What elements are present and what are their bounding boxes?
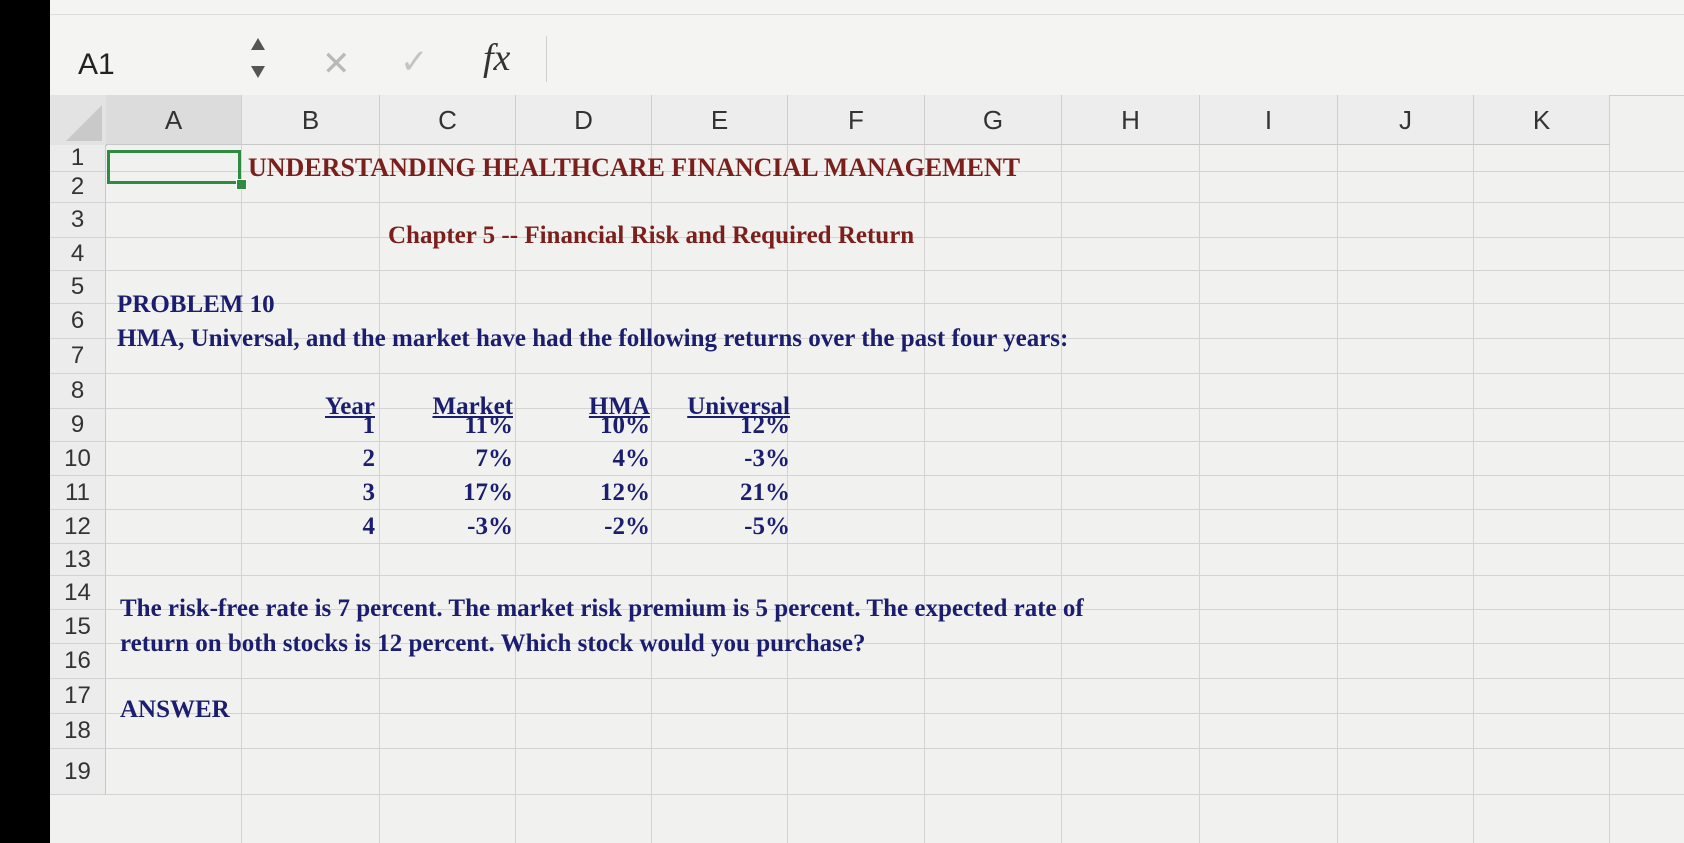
- column-header-c[interactable]: C: [380, 95, 516, 145]
- enter-check-icon[interactable]: ✓: [400, 42, 429, 82]
- formula-divider: [546, 36, 547, 82]
- sheet-grid: ABCDEFGHIJK 1 2 3 4 5 6 7 8 9 10 11 12 13 14 15 16 17 18 1…: [50, 95, 1684, 843]
- formula-bar: A1 ✕ ✓ fx: [50, 0, 1684, 96]
- gridline-vertical: [1473, 145, 1474, 843]
- table-cell-universal[interactable]: 21%: [675, 479, 790, 507]
- gridline-vertical: [924, 145, 925, 843]
- row-header-7[interactable]: 7: [50, 339, 106, 374]
- column-header-j[interactable]: J: [1338, 95, 1474, 145]
- row-header-4[interactable]: 4: [50, 238, 106, 271]
- column-header-b[interactable]: B: [242, 95, 380, 145]
- table-cell-hma[interactable]: 12%: [540, 479, 650, 507]
- row-header-18[interactable]: 18: [50, 714, 106, 749]
- gridline-horizontal: [106, 543, 1684, 544]
- gridline-vertical: [379, 145, 380, 843]
- gridline-vertical: [1609, 145, 1610, 843]
- cell-answer-label[interactable]: ANSWER: [120, 696, 230, 724]
- insert-function-icon[interactable]: fx: [483, 36, 510, 80]
- spreadsheet-window: A1 ✕ ✓ fx ABCDEFGHIJK 1 2 3 4 5 6 7 8 9 10 11 12 13 1…: [50, 0, 1684, 843]
- table-cell-hma[interactable]: 4%: [540, 445, 651, 473]
- select-all-corner[interactable]: [50, 95, 107, 146]
- name-box[interactable]: A1: [78, 48, 115, 82]
- gridline-vertical: [1061, 145, 1062, 843]
- row-header-2[interactable]: 2: [50, 172, 106, 203]
- row-header-3[interactable]: 3: [50, 203, 106, 238]
- table-cell-hma[interactable]: -2%: [540, 513, 650, 541]
- gridline-horizontal: [106, 475, 1684, 476]
- column-header-a[interactable]: A: [106, 95, 242, 145]
- cell-question-line2[interactable]: return on both stocks is 12 percent. Whi…: [120, 630, 865, 658]
- row-header-5[interactable]: 5: [50, 271, 106, 304]
- gridline-horizontal: [106, 794, 1684, 795]
- gridline-horizontal: [106, 575, 1684, 576]
- cell-question-line1[interactable]: The risk-free rate is 7 percent. The mar…: [120, 595, 1084, 623]
- column-header-d[interactable]: D: [516, 95, 652, 145]
- gridline-horizontal: [106, 509, 1684, 510]
- row-header-9[interactable]: 9: [50, 409, 106, 442]
- row-header-6[interactable]: 6: [50, 304, 106, 339]
- gridline-horizontal: [106, 202, 1684, 203]
- fill-handle[interactable]: [236, 179, 247, 190]
- gridline-horizontal: [106, 748, 1684, 749]
- table-cell-market[interactable]: 11%: [403, 412, 513, 440]
- row-header-13[interactable]: 13: [50, 544, 106, 576]
- table-cell-market[interactable]: 7%: [403, 445, 514, 473]
- column-header-i[interactable]: I: [1200, 95, 1338, 145]
- gridline-horizontal: [106, 270, 1684, 271]
- row-header-14[interactable]: 14: [50, 576, 106, 610]
- column-header-h[interactable]: H: [1062, 95, 1200, 145]
- gridline-horizontal: [106, 713, 1684, 714]
- gridline-vertical: [241, 145, 242, 843]
- row-header-17[interactable]: 17: [50, 679, 106, 714]
- gridline-horizontal: [106, 373, 1684, 374]
- row-header-11[interactable]: 11: [50, 476, 106, 510]
- table-cell-year[interactable]: 3: [265, 479, 376, 507]
- column-header-k[interactable]: K: [1474, 95, 1610, 145]
- table-cell-market[interactable]: 17%: [403, 479, 513, 507]
- table-cell-hma[interactable]: 10%: [540, 412, 650, 440]
- row-header-19[interactable]: 19: [50, 749, 106, 795]
- gridline-horizontal: [106, 303, 1684, 304]
- row-header-1[interactable]: 1: [50, 144, 106, 172]
- name-box-stepper-icon[interactable]: [248, 34, 268, 84]
- gridline-horizontal: [106, 678, 1684, 679]
- toolbar-divider: [50, 14, 1684, 15]
- row-header-15[interactable]: 15: [50, 610, 106, 644]
- column-header-g[interactable]: G: [925, 95, 1062, 145]
- table-cell-universal[interactable]: -5%: [675, 513, 790, 541]
- row-header-10[interactable]: 10: [50, 442, 106, 476]
- table-cell-year[interactable]: 1: [265, 412, 376, 440]
- gridline-horizontal: [106, 441, 1684, 442]
- formula-input[interactable]: [550, 38, 1670, 80]
- row-header-8[interactable]: 8: [50, 374, 106, 409]
- gridline-vertical: [1337, 145, 1338, 843]
- table-cell-year[interactable]: 4: [265, 513, 376, 541]
- row-header-12[interactable]: 12: [50, 510, 106, 544]
- table-cell-year[interactable]: 2: [265, 445, 376, 473]
- cell-chapter[interactable]: Chapter 5 -- Financial Risk and Required…: [388, 222, 914, 250]
- selected-cell-a1[interactable]: [107, 150, 241, 184]
- table-cell-universal[interactable]: -3%: [675, 445, 790, 473]
- table-cell-universal[interactable]: 12%: [675, 412, 790, 440]
- gridline-vertical: [1199, 145, 1200, 843]
- cancel-icon[interactable]: ✕: [322, 44, 351, 84]
- column-header-f[interactable]: F: [788, 95, 925, 145]
- cell-title[interactable]: UNDERSTANDING HEALTHCARE FINANCIAL MANAG…: [248, 153, 1020, 183]
- table-cell-market[interactable]: -3%: [403, 513, 513, 541]
- column-header-e[interactable]: E: [652, 95, 788, 145]
- cell-intro[interactable]: HMA, Universal, and the market have had …: [117, 325, 1068, 353]
- cell-problem[interactable]: PROBLEM 10: [117, 291, 275, 319]
- row-header-16[interactable]: 16: [50, 644, 106, 679]
